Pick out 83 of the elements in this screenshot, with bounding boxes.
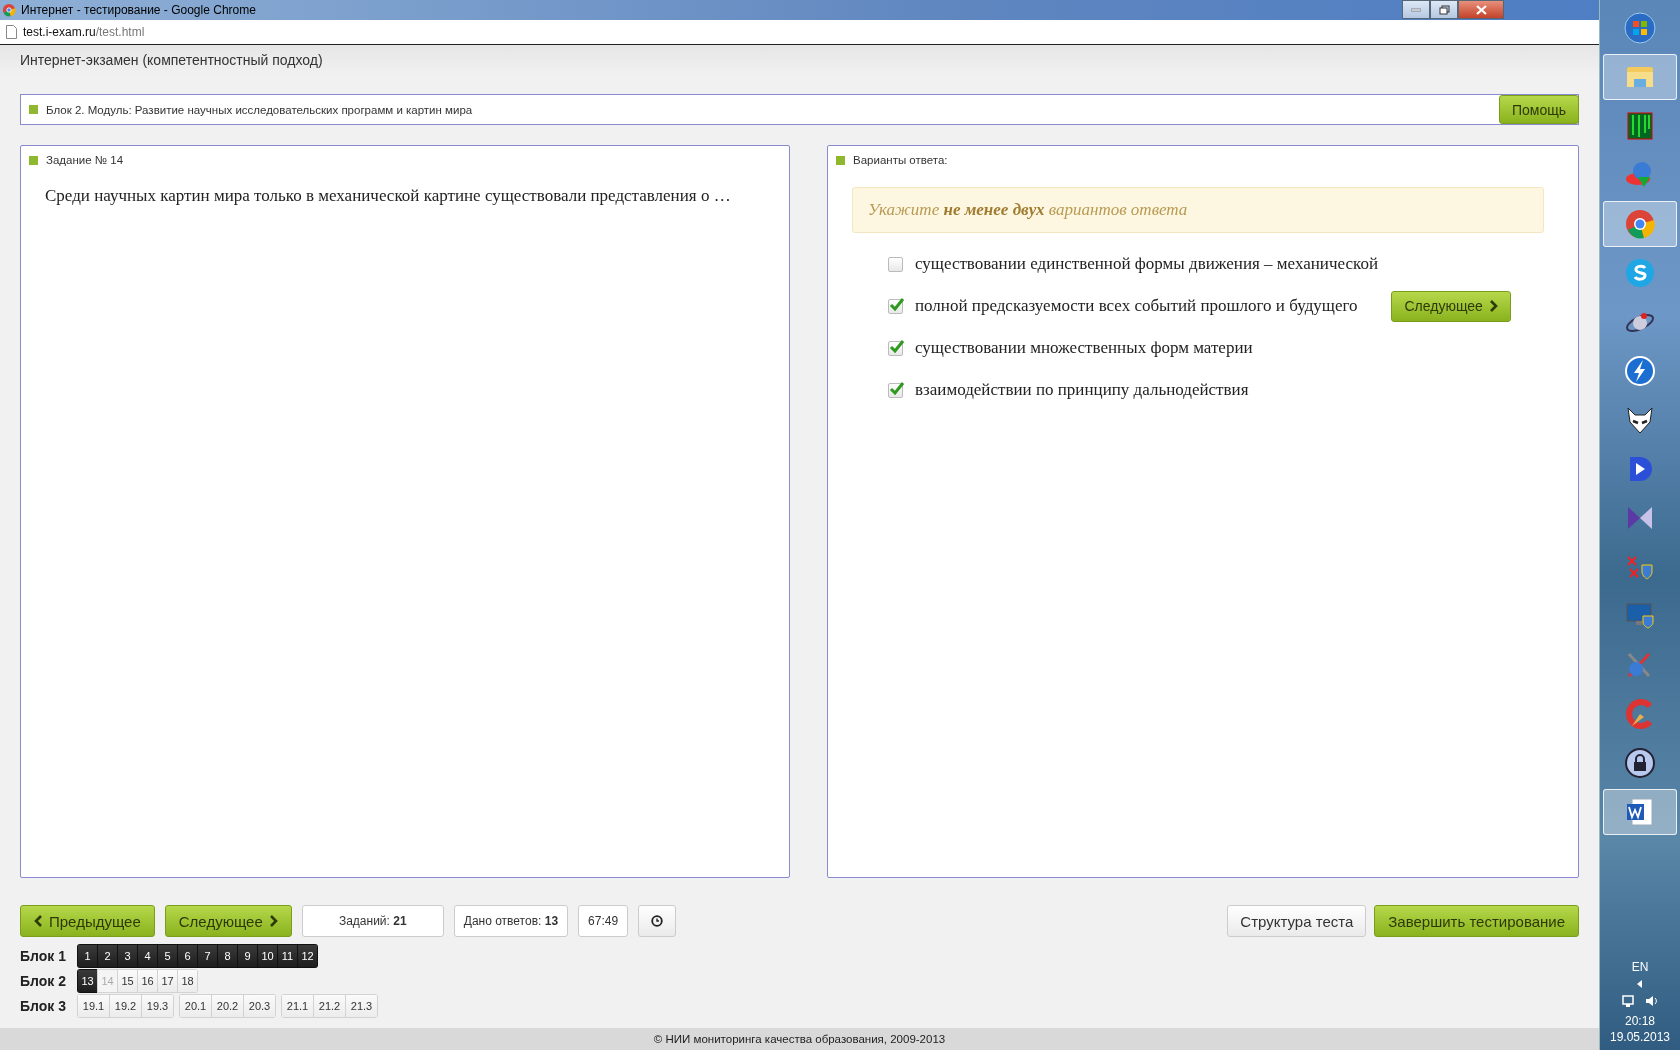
task-number[interactable]: 20.2 bbox=[211, 994, 244, 1018]
task-number[interactable]: 20.3 bbox=[243, 994, 276, 1018]
chrome-icon bbox=[2, 3, 16, 17]
task-number[interactable]: 3 bbox=[117, 944, 138, 968]
window-title: Интернет - тестирование - Google Chrome bbox=[21, 3, 257, 17]
block-label: Блок 3 bbox=[20, 998, 67, 1014]
task-number[interactable]: 2 bbox=[97, 944, 118, 968]
option-label[interactable]: взаимодействии по принципу дальнодействия bbox=[915, 380, 1249, 400]
task-number[interactable]: 4 bbox=[137, 944, 158, 968]
task-number[interactable]: 12 bbox=[297, 944, 318, 968]
page-icon bbox=[6, 25, 17, 39]
hint-text: Укажите не менее двух вариантов ответа bbox=[852, 187, 1545, 233]
code-rain-icon bbox=[1624, 110, 1656, 142]
padlock-icon bbox=[1624, 747, 1656, 779]
question-text: Среди научных картин мира только в механической картине существовали представления о … bbox=[45, 185, 731, 207]
bullet-icon bbox=[836, 155, 845, 165]
restore-button[interactable] bbox=[1430, 0, 1459, 19]
clock-icon bbox=[651, 915, 664, 927]
task-number[interactable]: 20.1 bbox=[179, 994, 212, 1018]
checkbox[interactable] bbox=[888, 382, 903, 398]
task-number[interactable]: 21.1 bbox=[281, 994, 314, 1018]
taskbar-button[interactable] bbox=[1603, 789, 1677, 835]
chrome-icon bbox=[1624, 208, 1656, 240]
task-number[interactable]: 6 bbox=[177, 944, 198, 968]
finish-button[interactable]: Завершить тестирование bbox=[1374, 905, 1580, 937]
next-button[interactable]: Следующее bbox=[1391, 290, 1511, 322]
block-label: Блок 1 bbox=[20, 948, 67, 964]
network-icon[interactable] bbox=[1621, 994, 1635, 1008]
minimize-icon bbox=[1411, 7, 1422, 12]
task-number[interactable]: 7 bbox=[197, 944, 218, 968]
checkbox[interactable] bbox=[888, 298, 903, 314]
address-field[interactable]: test.i-exam.ru/test.html bbox=[23, 25, 145, 39]
next-button[interactable]: Следующее bbox=[164, 905, 292, 937]
minimize-button[interactable] bbox=[1402, 0, 1431, 19]
close-button[interactable] bbox=[1458, 0, 1505, 19]
skype-icon bbox=[1624, 257, 1656, 289]
task-number[interactable]: 19.2 bbox=[109, 994, 142, 1018]
structure-button[interactable]: Структура теста bbox=[1227, 905, 1367, 937]
block-title: Блок 2. Модуль: Развитие научных исследовательских программ и картин мира bbox=[46, 103, 474, 116]
language-indicator[interactable]: EN bbox=[1631, 960, 1649, 974]
task-number[interactable]: 11 bbox=[277, 944, 298, 968]
chevron-right-icon bbox=[268, 915, 278, 927]
bullet-icon bbox=[29, 155, 38, 165]
answered-count: Дано ответов: 13 bbox=[453, 905, 569, 937]
chevron-left-icon bbox=[34, 915, 43, 927]
answers-heading: Варианты ответа: bbox=[853, 154, 948, 166]
task-number[interactable]: 1 bbox=[77, 944, 98, 968]
option-label[interactable]: существовании множественных форм материи bbox=[915, 338, 1253, 358]
app-title: Интернет-экзамен (компетентностный подход) bbox=[20, 52, 323, 68]
option-label[interactable]: полной предсказуемости всех событий прошлого и будущего bbox=[915, 296, 1358, 316]
copyright-text: © НИИ мониторинга качества образования, 2009-2013 bbox=[653, 1033, 946, 1045]
task-number[interactable]: 19.3 bbox=[141, 994, 174, 1018]
task-number[interactable]: 18 bbox=[177, 969, 198, 993]
help-button[interactable]: Помощь bbox=[1498, 95, 1580, 124]
clock-button[interactable] bbox=[638, 905, 677, 937]
task-number[interactable]: 10 bbox=[257, 944, 278, 968]
timer: 67:49 bbox=[578, 905, 629, 937]
task-number[interactable]: 16 bbox=[137, 969, 158, 993]
previous-button[interactable]: Предыдущее bbox=[20, 905, 155, 937]
speaker-icon[interactable] bbox=[1645, 994, 1659, 1008]
lightning-icon bbox=[1624, 355, 1656, 387]
clock[interactable]: 20:18 19.05.2013 bbox=[1610, 1014, 1671, 1044]
chevron-right-icon bbox=[1488, 300, 1498, 312]
task-number[interactable]: 5 bbox=[157, 944, 178, 968]
task-number[interactable]: 19.1 bbox=[77, 994, 110, 1018]
close-icon bbox=[1475, 4, 1487, 15]
task-number[interactable]: 17 bbox=[157, 969, 178, 993]
option-label[interactable]: существовании единственной формы движения – механической bbox=[915, 254, 1378, 274]
bullet-icon bbox=[29, 105, 38, 114]
task-number[interactable]: 9 bbox=[237, 944, 258, 968]
caret-icon[interactable] bbox=[1637, 980, 1643, 988]
restore-icon bbox=[1438, 4, 1450, 15]
task-number[interactable]: 21.2 bbox=[313, 994, 346, 1018]
task-number[interactable]: 8 bbox=[217, 944, 238, 968]
windows-logo-icon bbox=[1624, 12, 1656, 44]
task-number[interactable]: 21.3 bbox=[345, 994, 378, 1018]
checkbox[interactable] bbox=[888, 340, 903, 356]
tasks-count: Заданий: 21 bbox=[301, 905, 444, 937]
task-number[interactable]: 15 bbox=[117, 969, 138, 993]
block-label: Блок 2 bbox=[20, 973, 67, 989]
task-number[interactable]: 13 bbox=[77, 969, 98, 993]
checkbox[interactable] bbox=[888, 256, 903, 272]
task-heading: Задание № 14 bbox=[46, 154, 124, 166]
